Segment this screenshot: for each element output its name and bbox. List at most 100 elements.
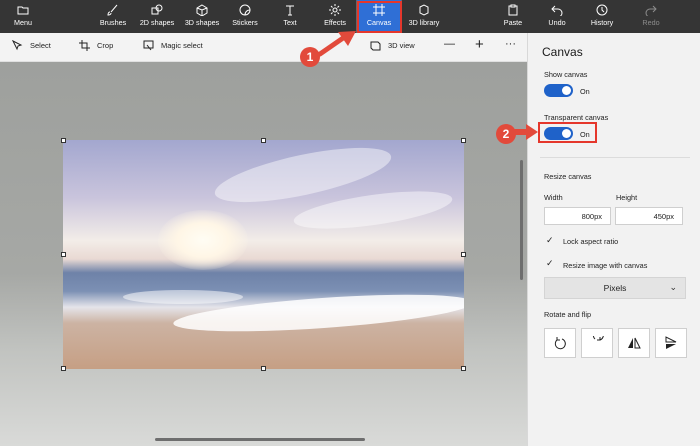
crop-label: Crop [97, 41, 114, 50]
text-icon [286, 5, 294, 16]
canvas-panel: Canvas Show canvas On Transparent canvas… [527, 33, 700, 446]
tool-options-bar: Select Crop Magic select 3D view — + ··· [0, 33, 527, 62]
canvas-button-highlight [357, 1, 402, 33]
3d-shapes-button[interactable]: 3D shapes [182, 0, 222, 33]
flip-horizontal-button[interactable] [655, 328, 687, 358]
vertical-scrollbar[interactable] [520, 160, 523, 280]
magic-select-tool[interactable]: Magic select [143, 40, 203, 51]
annotation-arrow-1 [317, 31, 356, 57]
text-button[interactable]: Text [278, 0, 302, 33]
lock-aspect-label: Lock aspect ratio [563, 237, 619, 246]
3d-library-button[interactable]: 3D library [404, 0, 444, 33]
resize-image-checkbox[interactable]: ✓ [546, 258, 554, 269]
show-canvas-toggle[interactable] [544, 84, 573, 97]
step-badge-2: 2 [496, 124, 516, 144]
horizontal-scrollbar[interactable] [155, 438, 365, 441]
3d-view-icon [370, 41, 381, 51]
history-icon [596, 4, 608, 16]
annotation-arrow-2 [512, 124, 538, 140]
resize-handle[interactable] [461, 252, 466, 257]
menu-icon [17, 6, 29, 15]
3d-library-icon [419, 4, 429, 16]
transparent-canvas-label: Transparent canvas [544, 113, 609, 122]
history-button[interactable]: History [587, 0, 617, 33]
top-ribbon: Menu Brushes 2D shapes 3D shapes Sticker… [0, 0, 700, 34]
redo-icon [645, 5, 657, 16]
redo-label: Redo [642, 18, 660, 27]
zoom-out-icon: — [444, 38, 455, 50]
3d-shapes-label: 3D shapes [184, 18, 220, 27]
lock-aspect-checkbox[interactable]: ✓ [546, 235, 554, 246]
check-icon: ✓ [546, 235, 554, 245]
zoom-in-icon: + [475, 36, 484, 53]
3d-shapes-icon [196, 4, 208, 16]
brushes-button[interactable]: Brushes [96, 0, 130, 33]
rotate-right-icon [592, 336, 604, 341]
more-options-button[interactable]: ··· [505, 38, 516, 50]
more-icon: ··· [505, 38, 516, 50]
chevron-down-icon: ⌄ [669, 282, 677, 292]
divider [540, 157, 690, 158]
3d-view-toggle[interactable]: 3D view [370, 40, 415, 51]
canvas-image-beach[interactable] [63, 140, 464, 369]
flip-vertical-button[interactable] [618, 328, 650, 358]
units-dropdown[interactable]: Pixels ⌄ [544, 277, 686, 299]
panel-title: Canvas [542, 45, 583, 59]
resize-handle[interactable] [61, 252, 66, 257]
undo-button[interactable]: Undo [544, 0, 570, 33]
select-icon [12, 40, 23, 51]
effects-icon [329, 4, 341, 16]
rotate-right-button[interactable] [581, 328, 613, 358]
show-canvas-label: Show canvas [544, 70, 588, 79]
brushes-label: Brushes [99, 18, 127, 27]
text-label: Text [283, 18, 297, 27]
magic-select-label: Magic select [161, 41, 203, 50]
resize-handle[interactable] [261, 366, 266, 371]
sun-glow [158, 210, 248, 270]
rotate-flip-label: Rotate and flip [544, 310, 592, 319]
step-badge-1: 1 [300, 47, 320, 67]
paste-icon [508, 4, 518, 16]
select-tool[interactable]: Select [12, 40, 51, 51]
transparent-toggle-highlight [538, 122, 597, 143]
units-selected-value: Pixels [603, 283, 627, 293]
history-label: History [590, 18, 614, 27]
select-label: Select [30, 41, 51, 50]
paste-button[interactable]: Paste [500, 0, 526, 33]
resize-image-label: Resize image with canvas [563, 261, 648, 270]
paste-label: Paste [503, 18, 523, 27]
flip-vertical-icon [628, 337, 641, 349]
effects-button[interactable]: Effects [320, 0, 350, 33]
zoom-in-button[interactable]: + [475, 36, 484, 53]
undo-label: Undo [548, 18, 566, 27]
3d-view-label: 3D view [388, 41, 415, 50]
2d-shapes-icon [151, 4, 163, 15]
height-label: Height [616, 193, 638, 202]
brush-icon [107, 4, 118, 16]
resize-handle[interactable] [461, 366, 466, 371]
resize-handle[interactable] [461, 138, 466, 143]
crop-tool[interactable]: Crop [79, 40, 113, 51]
resize-handle[interactable] [261, 138, 266, 143]
wave-foam [123, 290, 243, 304]
width-input[interactable]: 800px [544, 207, 611, 225]
menu-label: Menu [14, 18, 32, 27]
stickers-button[interactable]: Stickers [228, 0, 262, 33]
zoom-out-button[interactable]: — [444, 38, 455, 50]
resize-handle[interactable] [61, 366, 66, 371]
height-input[interactable]: 450px [615, 207, 683, 225]
menu-button[interactable]: Menu [8, 0, 38, 33]
show-canvas-state: On [580, 87, 590, 96]
rotate-left-icon [554, 337, 566, 350]
width-label: Width [544, 193, 563, 202]
resize-handle[interactable] [61, 138, 66, 143]
undo-icon [551, 5, 563, 16]
rotate-left-button[interactable] [544, 328, 576, 358]
flip-horizontal-icon [665, 336, 677, 349]
stickers-label: Stickers [232, 18, 258, 27]
3d-library-label: 3D library [408, 18, 440, 27]
resize-canvas-label: Resize canvas [544, 172, 592, 181]
redo-button[interactable]: Redo [638, 0, 664, 33]
magic-select-icon [143, 40, 154, 51]
2d-shapes-button[interactable]: 2D shapes [137, 0, 177, 33]
